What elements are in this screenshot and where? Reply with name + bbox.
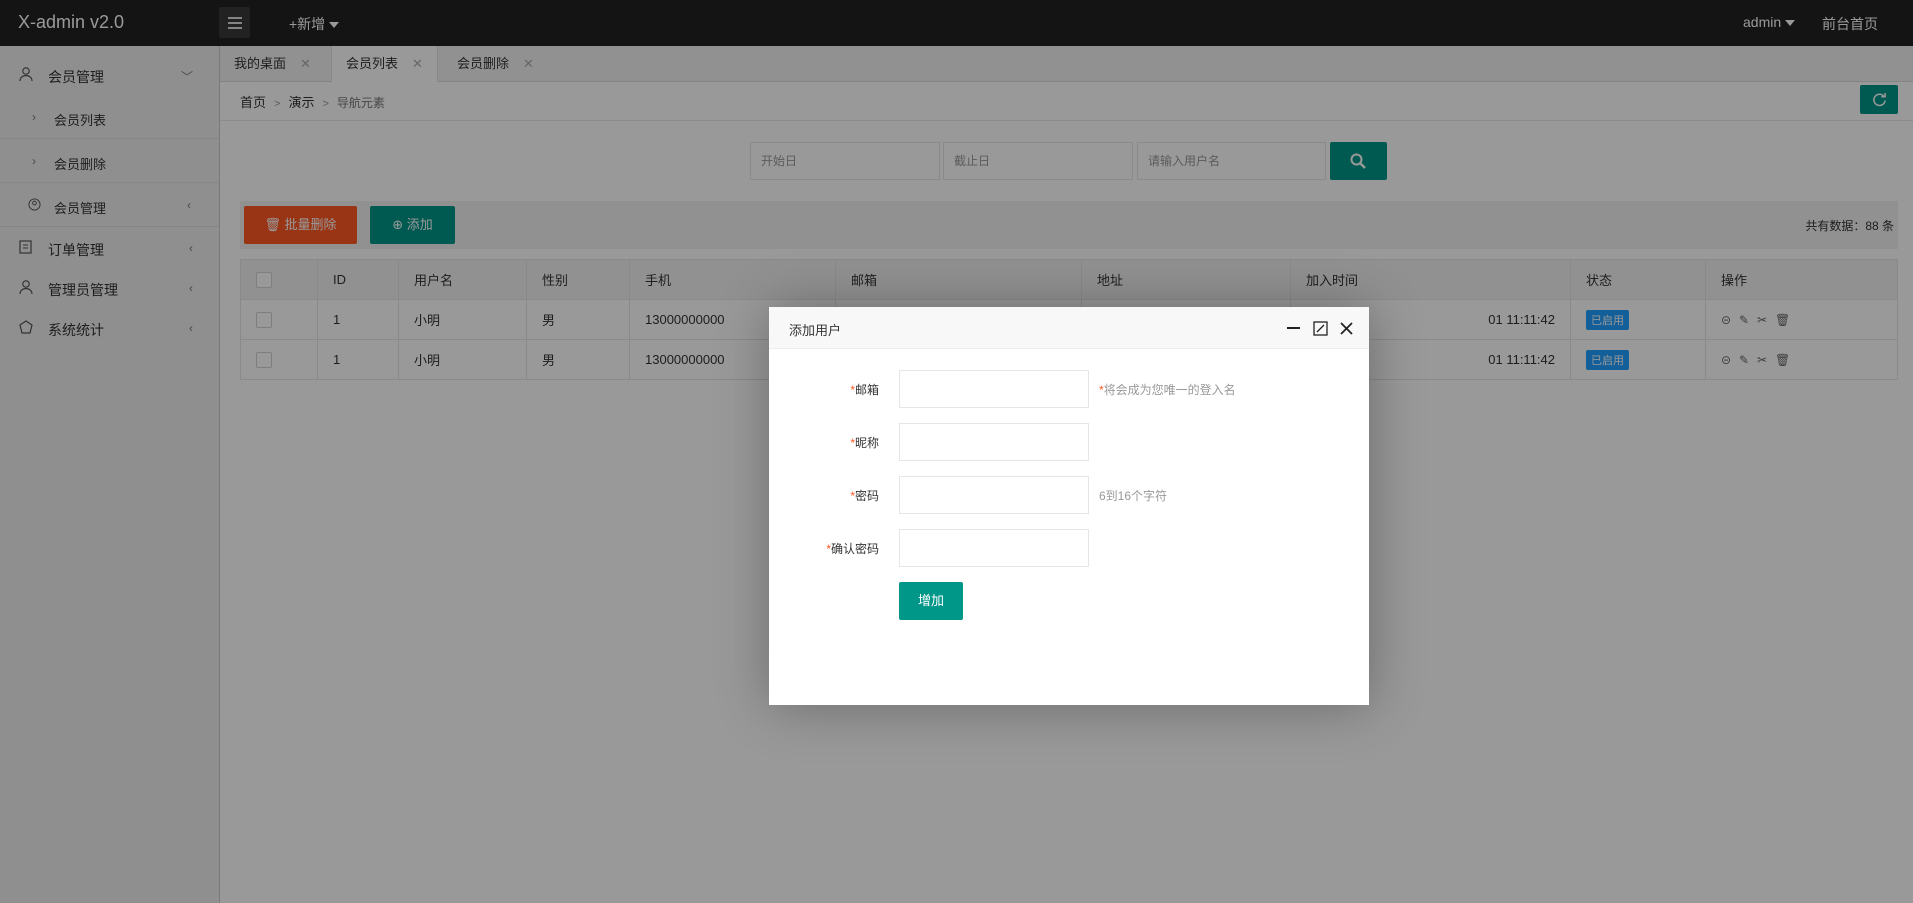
label-text: 密码 [854, 489, 879, 503]
close-icon[interactable] [1339, 321, 1354, 336]
dialog-title: 添加用户 [789, 323, 842, 338]
label-text: 邮箱 [854, 383, 879, 397]
confirm-password-field[interactable] [899, 529, 1089, 567]
minimize-icon[interactable] [1287, 327, 1300, 329]
password-field[interactable] [899, 476, 1089, 514]
dialog-header: 添加用户 [769, 307, 1369, 349]
email-field[interactable] [899, 370, 1089, 408]
add-user-dialog: 添加用户 *邮箱 *将会成为您唯一的登入名 *昵称 *密码 6到16个字符 *确… [769, 307, 1369, 705]
submit-button[interactable]: 增加 [899, 582, 963, 620]
tip-text: 将会成为您唯一的登入名 [1103, 383, 1236, 397]
nickname-label: *昵称 [769, 434, 879, 451]
email-tip: *将会成为您唯一的登入名 [1099, 381, 1236, 398]
confirm-password-label: *确认密码 [769, 540, 879, 557]
password-tip: 6到16个字符 [1099, 489, 1168, 503]
label-text: 昵称 [854, 436, 879, 450]
nickname-field[interactable] [899, 423, 1089, 461]
email-label: *邮箱 [769, 381, 879, 398]
password-label: *密码 [769, 487, 879, 504]
label-text: 确认密码 [830, 542, 879, 556]
maximize-icon[interactable] [1313, 321, 1328, 336]
